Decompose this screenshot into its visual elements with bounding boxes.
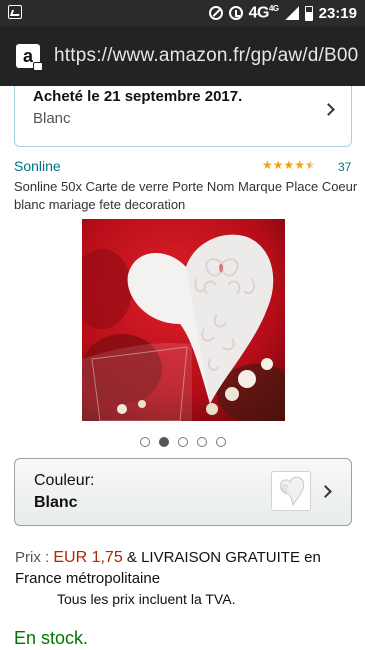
color-selector-button[interactable]: Couleur: Blanc — [14, 458, 352, 526]
signal-icon — [284, 6, 299, 20]
price-amount: EUR 1,75 — [53, 549, 123, 566]
carousel-dot[interactable] — [178, 437, 188, 447]
status-bar: 4G4G 23:19 — [0, 0, 365, 26]
rating-stars[interactable]: ★ ★ ★ ★ ★ — [262, 159, 316, 171]
amazon-favicon-icon: a — [16, 44, 43, 71]
chevron-right-icon — [322, 103, 335, 116]
product-title: Sonline 50x Carte de verre Porte Nom Mar… — [14, 179, 358, 212]
color-label: Couleur: — [34, 472, 95, 489]
purchase-variant: Blanc — [33, 110, 71, 127]
star-icon: ★ — [262, 158, 273, 172]
purchase-history-card[interactable]: Acheté le 21 septembre 2017. Blanc — [14, 86, 352, 147]
carousel-dot[interactable] — [140, 437, 150, 447]
purchase-date: Acheté le 21 septembre 2017. — [33, 88, 243, 105]
brand-link[interactable]: Sonline — [14, 158, 61, 174]
star-icon: ★ — [294, 158, 306, 172]
star-icon: ★ — [305, 158, 316, 172]
chevron-right-icon — [319, 485, 332, 498]
product-photo — [82, 219, 285, 421]
browser-address-bar[interactable]: a https://www.amazon.fr/gp/aw/d/B00 — [0, 26, 365, 86]
lock-icon — [33, 62, 43, 71]
tax-note: Tous les prix incluent la TVA. — [57, 591, 236, 607]
product-image[interactable] — [82, 219, 285, 421]
image-carousel-dots[interactable] — [140, 437, 226, 447]
availability-status: En stock. — [14, 628, 89, 648]
color-value: Blanc — [34, 494, 78, 511]
carousel-dot[interactable] — [197, 437, 207, 447]
battery-icon — [304, 5, 313, 21]
image-notification-icon — [8, 5, 22, 19]
star-icon: ★ — [283, 158, 295, 172]
color-swatch-thumbnail — [271, 471, 311, 511]
url-text[interactable]: https://www.amazon.fr/gp/aw/d/B00 — [54, 45, 358, 67]
status-time: 23:19 — [318, 4, 357, 22]
network-indicator: 4G4G — [248, 3, 279, 22]
price-label: Prix : — [15, 549, 50, 566]
price-section: Prix : EUR 1,75 & LIVRAISON GRATUITE en … — [15, 547, 355, 589]
carousel-dot[interactable] — [216, 437, 226, 447]
star-icon: ★ — [272, 158, 284, 172]
alarm-icon — [228, 6, 243, 20]
carousel-dot-active[interactable] — [159, 437, 169, 447]
do-not-disturb-icon — [208, 6, 223, 20]
rating-count-link[interactable]: 37 — [338, 160, 351, 174]
